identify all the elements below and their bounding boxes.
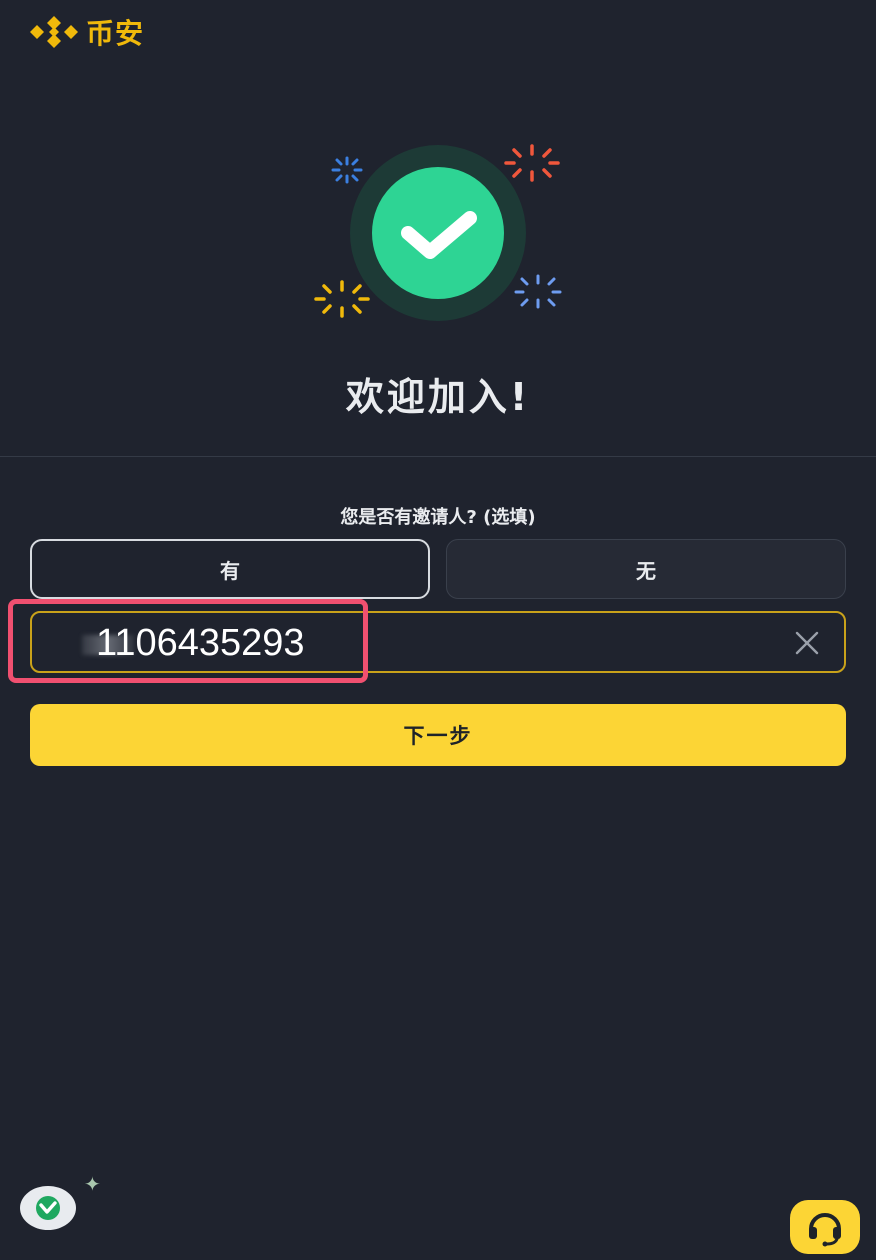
signup-welcome-page: 币安 欢迎加入! 您是否有邀请人? (选填) 有 无 1106435293 下一…	[0, 0, 876, 1260]
referrer-no-label: 无	[636, 558, 656, 583]
firework-blue-small-icon	[331, 156, 363, 184]
success-illustration	[314, 144, 562, 321]
firework-lightblue-icon	[514, 274, 562, 309]
referral-id-field[interactable]: 1106435293	[30, 611, 846, 673]
vpn-badge-icon	[36, 1196, 60, 1220]
referrer-question: 您是否有邀请人? (选填)	[340, 507, 536, 528]
welcome-title: 欢迎加入!	[345, 375, 531, 419]
next-step-label: 下一步	[403, 724, 473, 748]
section-divider	[0, 456, 876, 457]
brand-logo[interactable]: 币安	[28, 12, 144, 52]
customer-support-button[interactable]	[790, 1200, 860, 1254]
sparkle-icon: ✦	[84, 1172, 101, 1196]
referrer-yes-option[interactable]: 有	[30, 539, 430, 599]
close-icon[interactable]	[794, 630, 820, 656]
binance-logo-icon	[30, 16, 78, 48]
referral-id-input[interactable]: 1106435293	[96, 621, 696, 665]
firework-yellow-icon	[314, 280, 370, 318]
check-circle-icon	[372, 167, 504, 299]
referrer-yes-label: 有	[220, 558, 240, 583]
brand-name: 币安	[86, 17, 145, 50]
next-step-button[interactable]: 下一步	[30, 704, 846, 766]
headset-icon	[809, 1213, 841, 1247]
floating-app-badge[interactable]	[20, 1186, 76, 1230]
referrer-no-option[interactable]: 无	[446, 539, 846, 599]
firework-red-icon	[504, 144, 560, 182]
